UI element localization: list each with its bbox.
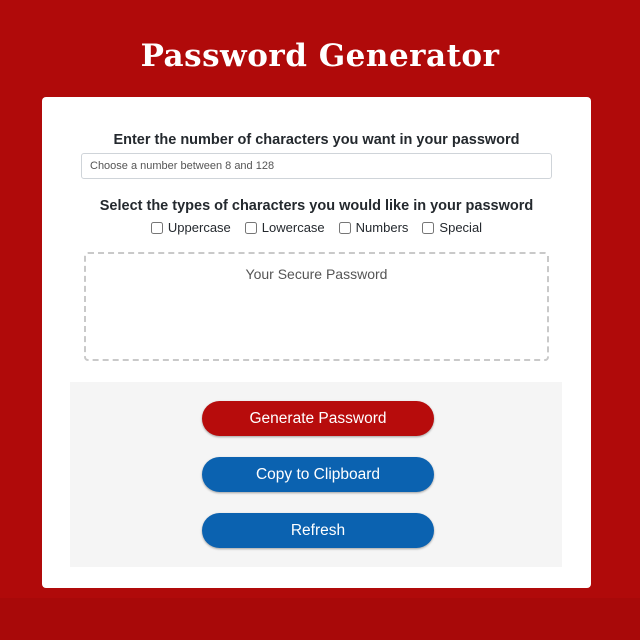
numbers-label: Numbers [355, 220, 409, 235]
generator-card: Enter the number of characters you want … [42, 97, 591, 588]
lowercase-label: Lowercase [261, 220, 325, 235]
lowercase-checkbox[interactable] [244, 221, 257, 234]
numbers-option[interactable]: Numbers [338, 220, 409, 235]
copy-to-clipboard-button[interactable]: Copy to Clipboard [202, 457, 434, 492]
page-title: Password Generator [140, 38, 500, 74]
character-type-options: Uppercase Lowercase Numbers Special [42, 220, 591, 235]
uppercase-option[interactable]: Uppercase [150, 220, 231, 235]
bottom-band [0, 598, 640, 640]
actions-panel: Generate Password Copy to Clipboard Refr… [70, 382, 562, 567]
length-label: Enter the number of characters you want … [113, 132, 520, 148]
uppercase-checkbox[interactable] [150, 221, 163, 234]
special-label: Special [439, 220, 483, 235]
refresh-button[interactable]: Refresh [202, 513, 434, 548]
length-input[interactable] [81, 153, 552, 179]
special-checkbox[interactable] [422, 221, 435, 234]
types-label: Select the types of characters you would… [99, 198, 534, 214]
lowercase-option[interactable]: Lowercase [244, 220, 325, 235]
special-option[interactable]: Special [422, 220, 482, 235]
numbers-checkbox[interactable] [338, 221, 351, 234]
uppercase-label: Uppercase [167, 220, 231, 235]
password-output[interactable] [84, 252, 549, 361]
generate-password-button[interactable]: Generate Password [202, 401, 434, 436]
